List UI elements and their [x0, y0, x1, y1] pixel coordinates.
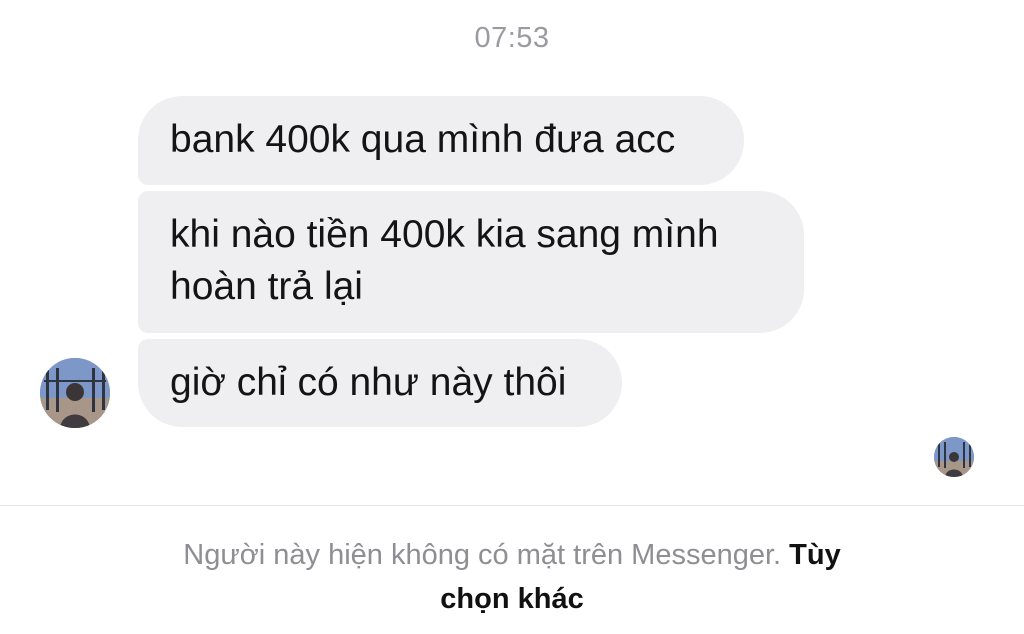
- message-timestamp: 07:53: [474, 22, 550, 54]
- notice-line-1: Người này hiện không có mặt trên Messeng…: [0, 533, 1024, 577]
- composer-divider: [0, 505, 1024, 506]
- more-options-link[interactable]: Tùy: [789, 539, 841, 571]
- chat-screen: 07:53 bank 400k qua mình đưa acc khi nào…: [0, 0, 1024, 634]
- message-bubble[interactable]: khi nào tiền 400k kia sang mình hoàn trả…: [138, 191, 804, 333]
- seen-avatar-image: [934, 437, 974, 477]
- avatar-image: [40, 358, 110, 428]
- seen-receipt-avatar-icon: [934, 437, 974, 477]
- message-text: hoàn trả lại: [170, 265, 363, 308]
- notice-text: Người này hiện không có mặt trên Messeng…: [183, 539, 790, 571]
- person-avatar-icon[interactable]: [40, 358, 110, 428]
- message-bubble[interactable]: bank 400k qua mình đưa acc: [138, 96, 744, 185]
- message-text: bank 400k qua mình đưa acc: [170, 118, 676, 161]
- message-text: giờ chỉ có như này thôi: [170, 361, 567, 404]
- message-text: khi nào tiền 400k kia sang mình: [170, 213, 719, 256]
- unavailable-notice: Người này hiện không có mặt trên Messeng…: [0, 533, 1024, 621]
- message-bubble[interactable]: giờ chỉ có như này thôi: [138, 339, 622, 427]
- notice-line-2: chọn khác: [0, 577, 1024, 621]
- more-options-link[interactable]: chọn khác: [440, 583, 583, 615]
